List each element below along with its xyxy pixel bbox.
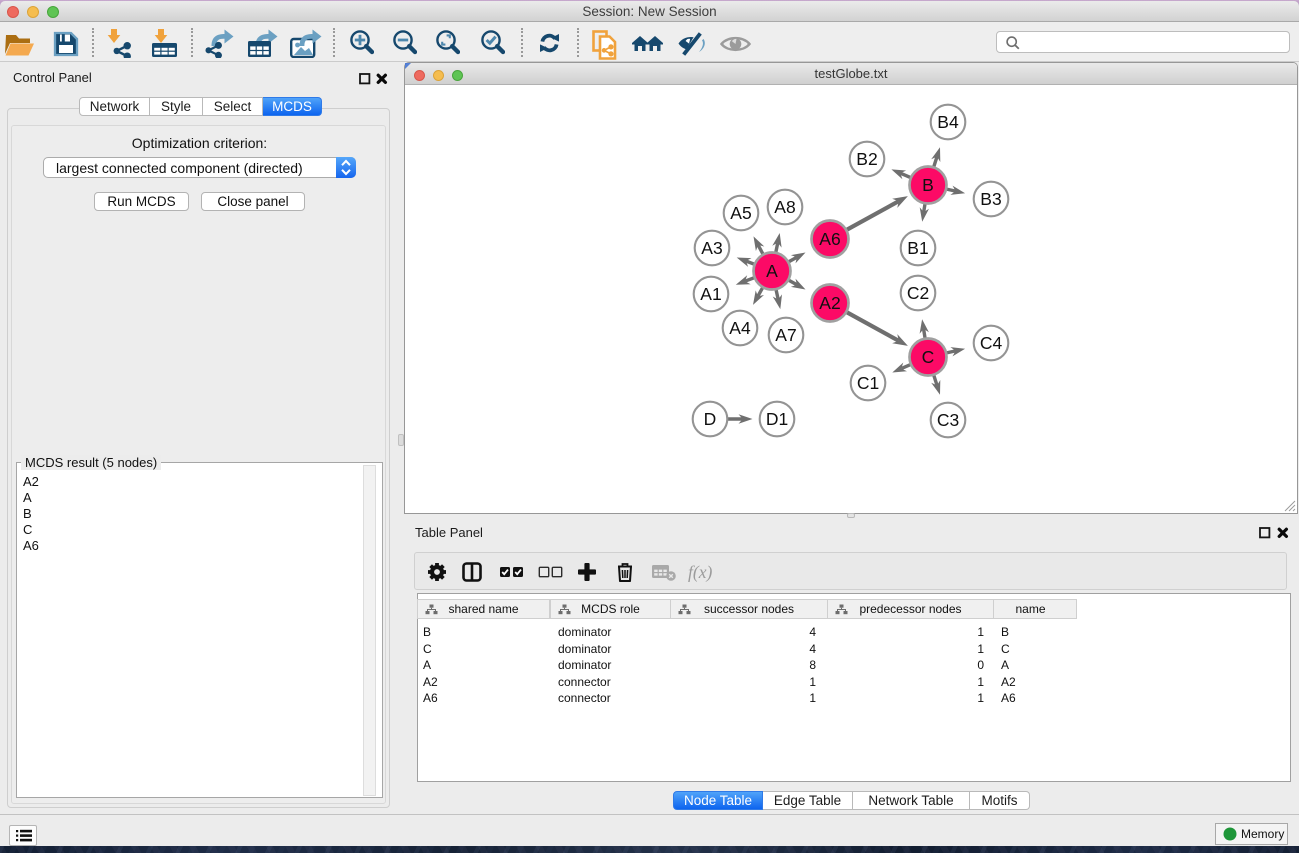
svg-text:A4: A4 (729, 318, 751, 338)
svg-text:C2: C2 (907, 283, 929, 303)
svg-text:B3: B3 (980, 189, 1001, 209)
svg-text:C3: C3 (937, 410, 959, 430)
svg-text:B1: B1 (907, 238, 928, 258)
svg-text:D1: D1 (766, 409, 788, 429)
svg-text:A7: A7 (775, 325, 796, 345)
svg-text:A3: A3 (701, 238, 722, 258)
svg-text:f(x): f(x) (688, 562, 712, 582)
svg-text:B: B (922, 175, 934, 195)
svg-text:A8: A8 (774, 197, 795, 217)
svg-text:C: C (922, 347, 935, 367)
svg-text:B2: B2 (856, 149, 877, 169)
svg-text:A5: A5 (730, 203, 751, 223)
svg-text:Memory: Memory (1241, 827, 1284, 841)
svg-text:A6: A6 (819, 229, 840, 249)
svg-text:A2: A2 (819, 293, 840, 313)
svg-text:A1: A1 (700, 284, 721, 304)
svg-text:C4: C4 (980, 333, 1003, 353)
svg-text:D: D (704, 409, 717, 429)
svg-text:C1: C1 (857, 373, 879, 393)
svg-text:A: A (766, 261, 778, 281)
svg-text:B4: B4 (937, 112, 959, 132)
